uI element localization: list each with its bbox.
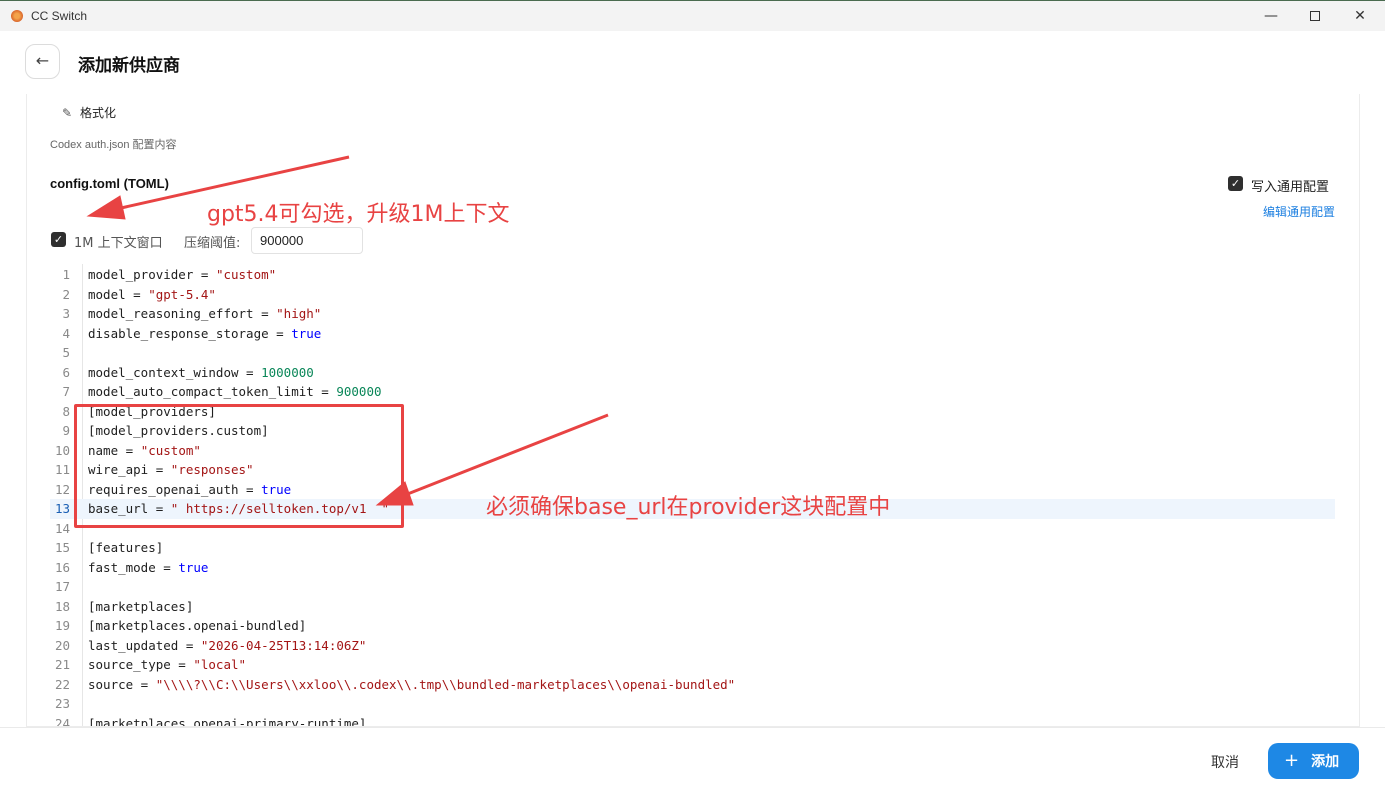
line-number: 23 [54, 696, 70, 711]
line-number: 19 [54, 618, 70, 633]
line-number: 18 [54, 598, 70, 614]
line-text: fast_mode = true [88, 559, 209, 575]
line-text: model = "gpt-5.4" [88, 286, 216, 302]
code-line[interactable]: 15 [features] [50, 538, 1335, 558]
plus-icon: + [1284, 750, 1300, 771]
annotation-1m-note: gpt5.4可勾选，升级1M上下文 [207, 202, 510, 227]
code-line[interactable]: 2 model = "gpt-5.4" [50, 285, 1335, 305]
line-number: 16 [54, 559, 70, 575]
threshold-label: 压缩阈值: [184, 236, 241, 251]
code-line[interactable]: 7 model_auto_compact_token_limit = 900000 [50, 382, 1335, 402]
page-header: ← 添加新供应商 [0, 31, 1385, 94]
page-title: 添加新供应商 [78, 56, 180, 76]
line-number: 6 [62, 364, 70, 380]
line-number: 12 [54, 481, 70, 497]
code-line[interactable]: 16 fast_mode = true [50, 558, 1335, 578]
code-line[interactable]: 6 model_context_window = 1000000 [50, 363, 1335, 383]
line-number: 17 [54, 579, 70, 594]
line-number: 2 [62, 286, 70, 302]
code-line[interactable]: 22 source = "\\\\?\\C:\\Users\\xxloo\\.co… [50, 675, 1335, 695]
config-section-title: config.toml (TOML) [50, 176, 169, 191]
dialog-footer [0, 727, 1385, 796]
window-titlebar: CC Switch — ✕ [0, 0, 1385, 31]
line-number: 8 [62, 403, 70, 419]
line-text: model_provider = "custom" [88, 267, 277, 282]
code-line[interactable]: 5 [50, 343, 1335, 363]
line-text: [marketplaces.openai-primary-runtime] [88, 715, 367, 727]
write-common-label: 写入通用配置 [1251, 180, 1330, 195]
annotation-base-url-note: 必须确保base_url在provider这块配置中 [486, 495, 891, 520]
window-title: CC Switch [31, 9, 88, 23]
close-button[interactable]: ✕ [1337, 5, 1383, 29]
line-number: 14 [54, 520, 70, 536]
context-1m-checkbox[interactable]: ✓ [51, 232, 66, 247]
line-number: 9 [62, 423, 70, 438]
line-text: source = "\\\\?\\C:\\Users\\xxloo\\.code… [88, 676, 736, 692]
magic-wand-icon: ✎ [62, 106, 73, 120]
minimize-button[interactable]: — [1248, 5, 1294, 29]
code-line[interactable]: 17 [50, 577, 1335, 597]
code-line[interactable]: 3 model_reasoning_effort = "high" [50, 304, 1335, 324]
add-button[interactable]: + 添加 [1268, 743, 1359, 779]
auth-json-label: Codex auth.json 配置内容 [50, 139, 177, 151]
write-common-checkbox[interactable]: ✓ [1228, 176, 1243, 191]
line-text: model_auto_compact_token_limit = 900000 [88, 384, 382, 399]
format-button[interactable]: ✎ 格式化 [62, 104, 116, 121]
line-text: [marketplaces] [88, 598, 194, 614]
code-line[interactable]: 23 [50, 694, 1335, 714]
line-text: disable_response_storage = true [88, 325, 322, 341]
line-number: 7 [62, 384, 70, 399]
maximize-icon [1310, 11, 1320, 21]
add-button-label: 添加 [1311, 754, 1340, 770]
app-logo-icon [11, 10, 23, 22]
line-number: 4 [62, 325, 70, 341]
context-1m-label: 1M 上下文窗口 [74, 236, 163, 251]
code-line[interactable]: 1 model_provider = "custom" [50, 265, 1335, 285]
code-line[interactable]: 18 [marketplaces] [50, 597, 1335, 617]
line-number: 3 [62, 306, 70, 321]
line-number: 11 [54, 462, 70, 477]
line-number: 22 [54, 676, 70, 692]
line-number: 15 [54, 540, 70, 555]
line-text: [marketplaces.openai-bundled] [88, 618, 307, 633]
code-line[interactable]: 19 [marketplaces.openai-bundled] [50, 616, 1335, 636]
line-number: 5 [62, 345, 70, 360]
line-text: source_type = "local" [88, 657, 247, 672]
arrow-left-icon: ← [35, 51, 50, 70]
line-number: 20 [54, 637, 70, 653]
line-number: 1 [62, 267, 70, 282]
code-line[interactable]: 4 disable_response_storage = true [50, 324, 1335, 344]
line-number: 10 [54, 442, 70, 458]
code-line[interactable]: 24 [marketplaces.openai-primary-runtime] [50, 714, 1335, 727]
line-number: 21 [54, 657, 70, 672]
maximize-button[interactable] [1292, 5, 1338, 29]
threshold-input[interactable]: 900000 [251, 227, 363, 254]
annotation-highlight-box [74, 404, 404, 528]
code-line[interactable]: 21 source_type = "local" [50, 655, 1335, 675]
format-button-label: 格式化 [80, 106, 117, 120]
line-number: 24 [54, 715, 70, 727]
code-line[interactable]: 20 last_updated = "2026-04-25T13:14:06Z" [50, 636, 1335, 656]
edit-common-link[interactable]: 编辑通用配置 [1263, 203, 1335, 220]
cancel-button[interactable]: 取消 [1211, 752, 1239, 772]
line-text: model_reasoning_effort = "high" [88, 306, 322, 321]
line-text: model_context_window = 1000000 [88, 364, 314, 380]
back-button[interactable]: ← [25, 44, 60, 79]
line-text: [features] [88, 540, 164, 555]
line-text: last_updated = "2026-04-25T13:14:06Z" [88, 637, 367, 653]
line-number: 13 [54, 501, 70, 516]
